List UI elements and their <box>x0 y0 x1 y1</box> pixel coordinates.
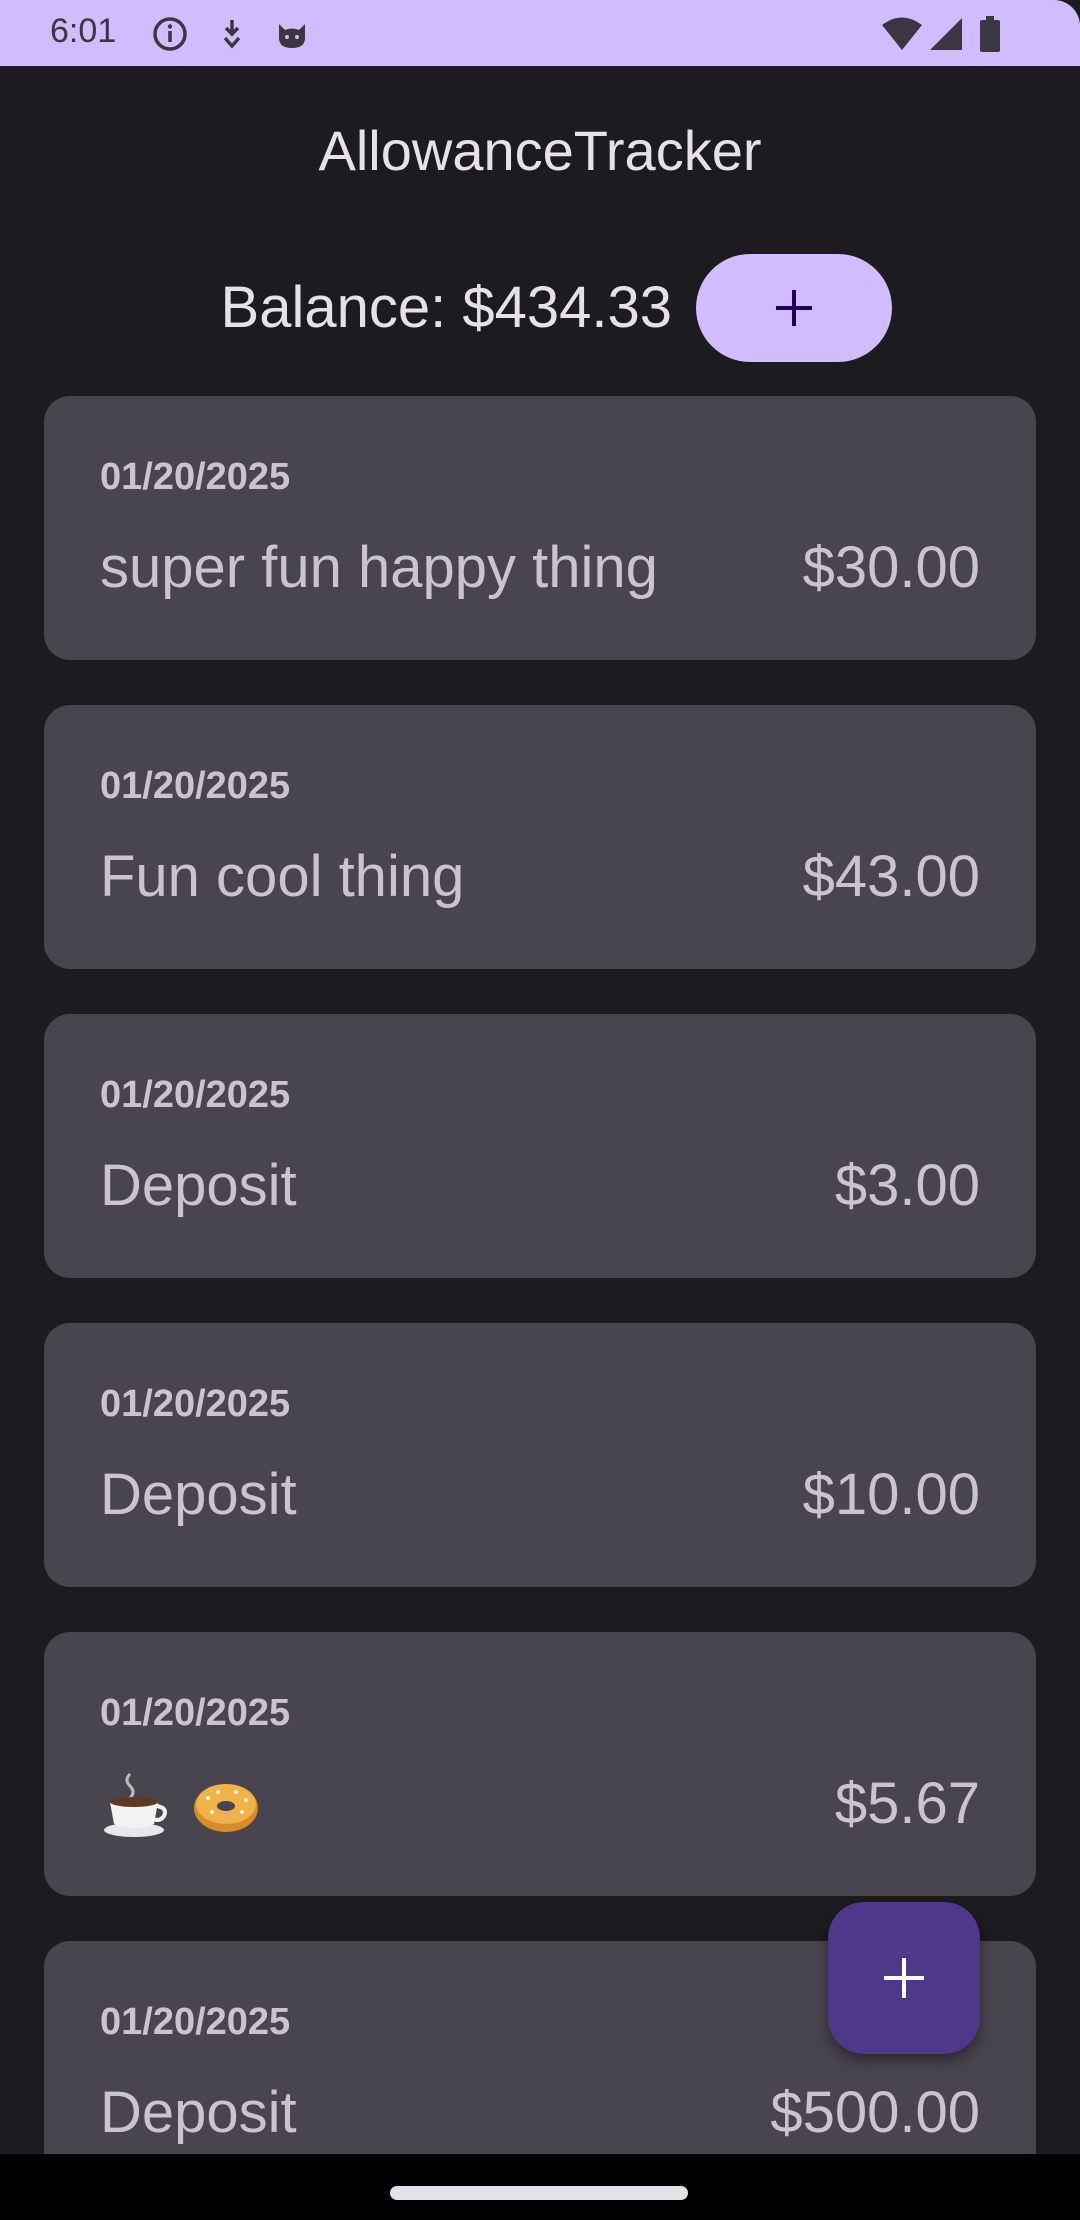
transaction-title: Deposit <box>100 2080 297 2145</box>
transaction-card[interactable]: 01/20/2025 super fun happy thing $30.00 <box>44 396 1036 660</box>
status-bar: 6:01 <box>0 0 1080 66</box>
transaction-card[interactable]: 01/20/2025 $5.67 <box>44 1632 1036 1896</box>
transaction-title: super fun happy thing <box>100 535 658 600</box>
transaction-date: 01/20/2025 <box>100 456 291 498</box>
transaction-amount: $5.67 <box>834 1771 980 1836</box>
plus-icon <box>772 286 816 330</box>
battery-icon <box>978 16 1002 52</box>
transaction-date: 01/20/2025 <box>100 1383 291 1425</box>
transaction-amount: $43.00 <box>802 844 980 909</box>
transaction-date: 01/20/2025 <box>100 765 291 807</box>
balance-label: Balance: $434.33 <box>220 275 672 340</box>
cat-face-icon <box>274 16 310 52</box>
home-gesture-handle[interactable] <box>390 2186 688 2200</box>
transaction-date: 01/20/2025 <box>100 2001 291 2043</box>
transaction-date: 01/20/2025 <box>100 1074 291 1116</box>
plus-icon <box>880 1954 928 2002</box>
info-icon <box>152 16 188 52</box>
transaction-card[interactable]: 01/20/2025 Deposit $10.00 <box>44 1323 1036 1587</box>
status-time: 6:01 <box>50 12 117 50</box>
transaction-title <box>100 1768 262 1848</box>
transaction-card[interactable]: 01/20/2025 Fun cool thing $43.00 <box>44 705 1036 969</box>
transaction-title: Deposit <box>100 1153 297 1218</box>
add-transaction-button[interactable] <box>696 254 892 362</box>
transaction-card[interactable]: 01/20/2025 Deposit $3.00 <box>44 1014 1036 1278</box>
transaction-date: 01/20/2025 <box>100 1692 291 1734</box>
wifi-icon <box>880 16 924 52</box>
balance-row: Balance: $434.33 <box>0 254 1080 364</box>
transaction-amount: $30.00 <box>802 535 980 600</box>
signal-icon <box>928 16 964 52</box>
transaction-amount: $10.00 <box>802 1462 980 1527</box>
transaction-list[interactable]: 01/20/2025 super fun happy thing $30.00 … <box>44 396 1036 2154</box>
transaction-title: Deposit <box>100 1462 297 1527</box>
coffee-icon <box>100 1768 172 1848</box>
floating-add-button[interactable] <box>828 1902 980 2054</box>
transaction-amount: $500.00 <box>770 2080 980 2145</box>
app-title: AllowanceTracker <box>318 119 762 182</box>
transaction-amount: $3.00 <box>834 1153 980 1218</box>
download-arrow-icon <box>214 16 250 52</box>
bagel-icon <box>190 1768 262 1848</box>
transaction-title: Fun cool thing <box>100 844 465 909</box>
navigation-bar <box>0 2154 1080 2220</box>
